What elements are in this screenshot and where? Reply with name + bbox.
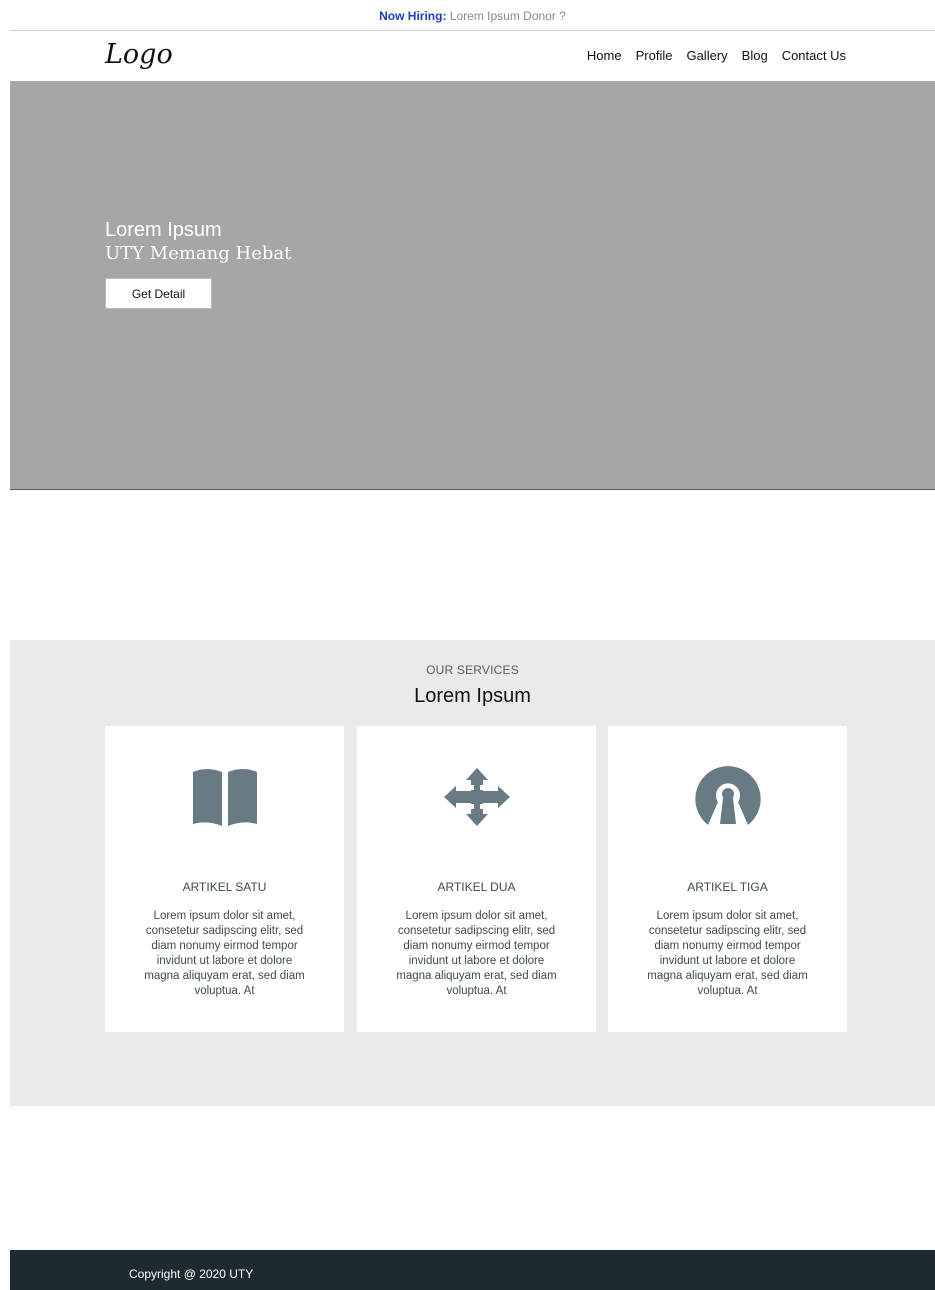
service-card-1[interactable]: ARTIKEL SATU Lorem ipsum dolor sit amet,…	[105, 726, 344, 1032]
header: Logo Home Profile Gallery Blog Contact U…	[10, 31, 935, 81]
hiring-bar: Now Hiring: Lorem Ipsum Donor ?	[10, 0, 935, 31]
service-card-2[interactable]: ARTIKEL DUA Lorem ipsum dolor sit amet, …	[357, 726, 596, 1032]
nav-contact-us[interactable]: Contact Us	[782, 48, 846, 63]
services-title: Lorem Ipsum	[414, 685, 531, 707]
card-title: ARTIKEL SATU	[182, 880, 267, 894]
card-title: ARTIKEL DUA	[437, 880, 516, 894]
main-nav: Home Profile Gallery Blog Contact Us	[587, 48, 846, 63]
card-body: Lorem ipsum dolor sit amet, consetetur s…	[396, 910, 557, 997]
page: Now Hiring: Lorem Ipsum Donor ? Logo Hom…	[0, 0, 935, 1290]
services-section: OUR SERVICES Lorem Ipsum ARTIKEL SATU Lo…	[10, 640, 935, 1106]
hiring-highlight: Now Hiring:	[379, 9, 447, 23]
footer: Copyright @ 2020 UTY	[10, 1250, 935, 1290]
get-detail-button[interactable]: Get Detail	[105, 278, 212, 309]
nav-home[interactable]: Home	[587, 48, 622, 63]
hero-title: Lorem Ipsum	[105, 219, 222, 241]
hiring-text[interactable]: Lorem Ipsum Donor ?	[446, 9, 566, 23]
copyright-text: Copyright @ 2020 UTY	[129, 1267, 254, 1281]
card-body: Lorem ipsum dolor sit amet, consetetur s…	[144, 910, 305, 997]
hero-subtitle: UTY Memang Hebat	[105, 243, 292, 264]
card-title: ARTIKEL TIGA	[687, 880, 768, 894]
move-arrows-icon	[357, 766, 596, 836]
logo[interactable]: Logo	[105, 39, 173, 70]
open-source-icon	[608, 766, 847, 836]
book-icon	[105, 766, 344, 836]
card-body: Lorem ipsum dolor sit amet, consetetur s…	[647, 910, 808, 997]
nav-gallery[interactable]: Gallery	[686, 48, 727, 63]
services-eyebrow: OUR SERVICES	[426, 663, 519, 677]
nav-blog[interactable]: Blog	[742, 48, 768, 63]
hero-banner: Lorem Ipsum UTY Memang Hebat Get Detail	[10, 81, 935, 490]
service-card-3[interactable]: ARTIKEL TIGA Lorem ipsum dolor sit amet,…	[608, 726, 847, 1032]
nav-profile[interactable]: Profile	[636, 48, 673, 63]
